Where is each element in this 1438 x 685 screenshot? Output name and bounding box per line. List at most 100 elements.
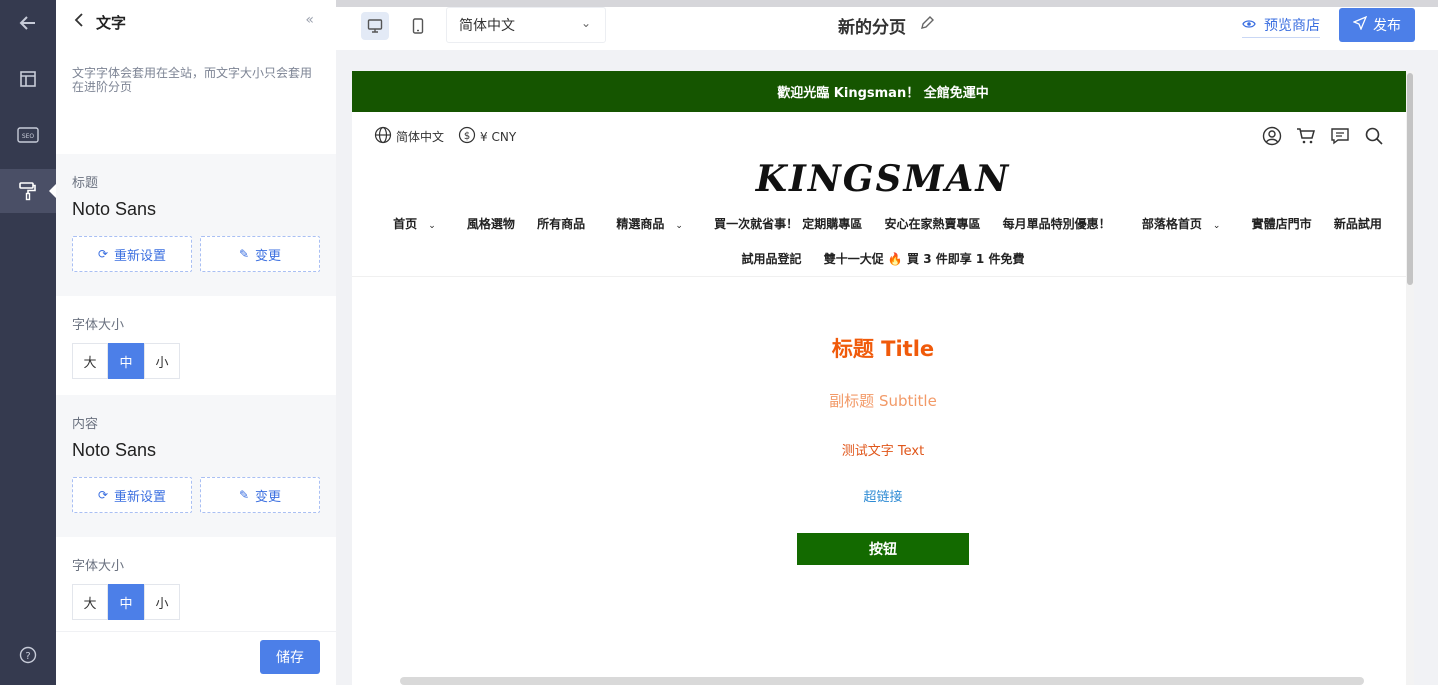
send-icon: [1352, 15, 1368, 34]
preview-store-link[interactable]: 预览商店: [1242, 15, 1320, 38]
layout-icon: [20, 71, 36, 87]
nav-item-featured[interactable]: 精選商品 ⌄: [607, 217, 692, 231]
refresh-icon: ⟳: [97, 488, 109, 502]
heading-font-name: Noto Sans: [72, 199, 157, 219]
size-medium-button[interactable]: 中: [108, 343, 144, 379]
content-font-section: 内容 Noto Sans ⟳ 重新设置 ✎ 变更: [56, 395, 336, 537]
desktop-view-button[interactable]: [361, 12, 389, 40]
back-button[interactable]: [0, 1, 56, 45]
nav-item[interactable]: 每月單品特別優惠！: [1003, 217, 1111, 231]
layout-button[interactable]: [0, 57, 56, 101]
search-icon[interactable]: [1364, 126, 1384, 150]
heading-reset-button[interactable]: ⟳ 重新设置: [72, 236, 192, 272]
language-select-value: 简体中文: [459, 18, 515, 34]
editor-toolbar: 简体中文 ⌄ 新的分页 预览商店 发布: [336, 0, 1438, 50]
heading-size-label: 字体大小: [72, 318, 125, 333]
panel-header: 文字 «: [56, 0, 336, 44]
sample-text: 测试文字 Text: [841, 444, 925, 459]
size-small-button[interactable]: 小: [144, 584, 180, 620]
sample-subtitle: 副标题 Subtitle: [829, 392, 937, 410]
message-icon[interactable]: [1330, 126, 1350, 150]
publish-button[interactable]: 发布: [1339, 8, 1415, 42]
eye-icon: [1242, 17, 1256, 33]
heading-size-section: 字体大小 大 中 小: [56, 296, 336, 395]
store-currency-selector[interactable]: ¥ CNY: [480, 130, 516, 144]
content-font-name: Noto Sans: [72, 440, 157, 460]
heading-label: 标题: [72, 176, 99, 191]
language-select[interactable]: 简体中文 ⌄: [446, 7, 606, 43]
collapse-panel-icon[interactable]: «: [305, 12, 314, 28]
text-settings-panel: 文字 « 文字字体会套用在全站，而文字大小只会套用在进阶分页 标题 Noto S…: [56, 0, 336, 685]
store-utility-bar: 简体中文 $ ¥ CNY: [352, 112, 1414, 162]
pencil-icon: ✎: [238, 247, 250, 261]
theme-style-button[interactable]: [0, 169, 57, 213]
nav-item[interactable]: 實體店門市: [1252, 217, 1312, 231]
content-label: 内容: [72, 417, 99, 432]
paint-roller-icon: [19, 182, 36, 201]
preview-canvas: 歡迎光臨 Kingsman！ 全館免運中 简体中文 $ ¥ CNY KINGSM…: [336, 50, 1438, 685]
size-large-button[interactable]: 大: [72, 343, 108, 379]
sample-link[interactable]: 超链接: [352, 486, 1414, 505]
content-size-group: 大 中 小: [72, 584, 320, 636]
cart-icon[interactable]: [1296, 126, 1316, 150]
svg-text:$: $: [464, 131, 470, 142]
nav-item[interactable]: 買一次就省事！ 定期購專區: [714, 217, 862, 231]
heading-size-group: 大 中 小: [72, 343, 320, 395]
nav-item[interactable]: 新品試用: [1334, 217, 1382, 231]
heading-font-section: 标题 Noto Sans ⟳ 重新设置 ✎ 变更: [56, 154, 336, 296]
pencil-icon: ✎: [238, 488, 250, 502]
globe-icon: [374, 126, 392, 147]
nav-item[interactable]: 風格選物: [467, 217, 515, 231]
chevron-down-icon: ⌄: [428, 221, 436, 231]
nav-item-blog[interactable]: 部落格首页 ⌄: [1133, 217, 1230, 231]
announcement-bar: 歡迎光臨 Kingsman！ 全館免運中: [352, 71, 1414, 112]
refresh-icon: ⟳: [97, 247, 109, 261]
user-icon[interactable]: [1262, 126, 1282, 150]
store-main-nav: 首页 ⌄ 風格選物 所有商品 精選商品 ⌄ 買一次就省事！ 定期購專區 安心在家熱賣…: [352, 208, 1414, 277]
svg-text:?: ?: [25, 651, 30, 662]
desktop-icon: [367, 19, 383, 33]
arrow-left-icon: [19, 16, 35, 30]
seo-icon: SEO: [17, 127, 39, 143]
chevron-down-icon: ⌄: [1212, 221, 1221, 231]
size-medium-button[interactable]: 中: [108, 584, 144, 620]
store-logo[interactable]: KINGSMAN: [352, 158, 1414, 208]
save-button[interactable]: 储存: [260, 640, 320, 674]
size-large-button[interactable]: 大: [72, 584, 108, 620]
sample-button[interactable]: 按钮: [797, 533, 969, 565]
sample-title: 标题 Title: [831, 337, 935, 361]
heading-change-button[interactable]: ✎ 变更: [200, 236, 320, 272]
nav-item[interactable]: 所有商品: [537, 217, 585, 231]
nav-item[interactable]: 雙十一大促 🔥 買 3 件即享 1 件免費: [824, 252, 1025, 266]
svg-text:SEO: SEO: [22, 133, 35, 140]
vertical-scrollbar[interactable]: [1406, 71, 1414, 685]
store-preview: 歡迎光臨 Kingsman！ 全館免運中 简体中文 $ ¥ CNY KINGSM…: [352, 71, 1414, 685]
icon-rail: SEO ?: [0, 0, 57, 685]
chevron-down-icon: ⌄: [580, 16, 591, 30]
panel-description: 文字字体会套用在全站，而文字大小只会套用在进阶分页: [72, 66, 313, 94]
store-language-selector[interactable]: 简体中文: [396, 128, 444, 145]
typography-showcase: 标题 Title 副标题 Subtitle 测试文字 Text 超链接 按钮: [352, 333, 1414, 565]
nav-item[interactable]: 安心在家熱賣專區: [884, 217, 980, 231]
chevron-left-icon[interactable]: [74, 13, 84, 31]
content-size-section: 字体大小 大 中 小: [56, 537, 336, 636]
nav-item[interactable]: 試用品登記: [742, 252, 802, 266]
content-size-label: 字体大小: [72, 559, 125, 574]
scrollbar-thumb[interactable]: [1407, 73, 1413, 285]
size-small-button[interactable]: 小: [144, 343, 180, 379]
panel-title: 文字: [96, 13, 127, 32]
seo-button[interactable]: SEO: [0, 113, 56, 157]
horizontal-scrollbar[interactable]: [400, 677, 1364, 685]
mobile-icon: [412, 18, 424, 34]
content-change-button[interactable]: ✎ 变更: [200, 477, 320, 513]
panel-footer: 储存: [56, 631, 336, 685]
help-icon: ?: [19, 646, 37, 664]
chevron-down-icon: ⌄: [675, 221, 683, 231]
edit-title-icon[interactable]: [919, 15, 935, 35]
mobile-view-button[interactable]: [404, 12, 432, 40]
currency-icon: $: [458, 126, 476, 147]
help-button[interactable]: ?: [0, 633, 56, 677]
page-title: 新的分页: [838, 18, 906, 38]
content-reset-button[interactable]: ⟳ 重新设置: [72, 477, 192, 513]
nav-item-home[interactable]: 首页 ⌄: [384, 217, 445, 231]
